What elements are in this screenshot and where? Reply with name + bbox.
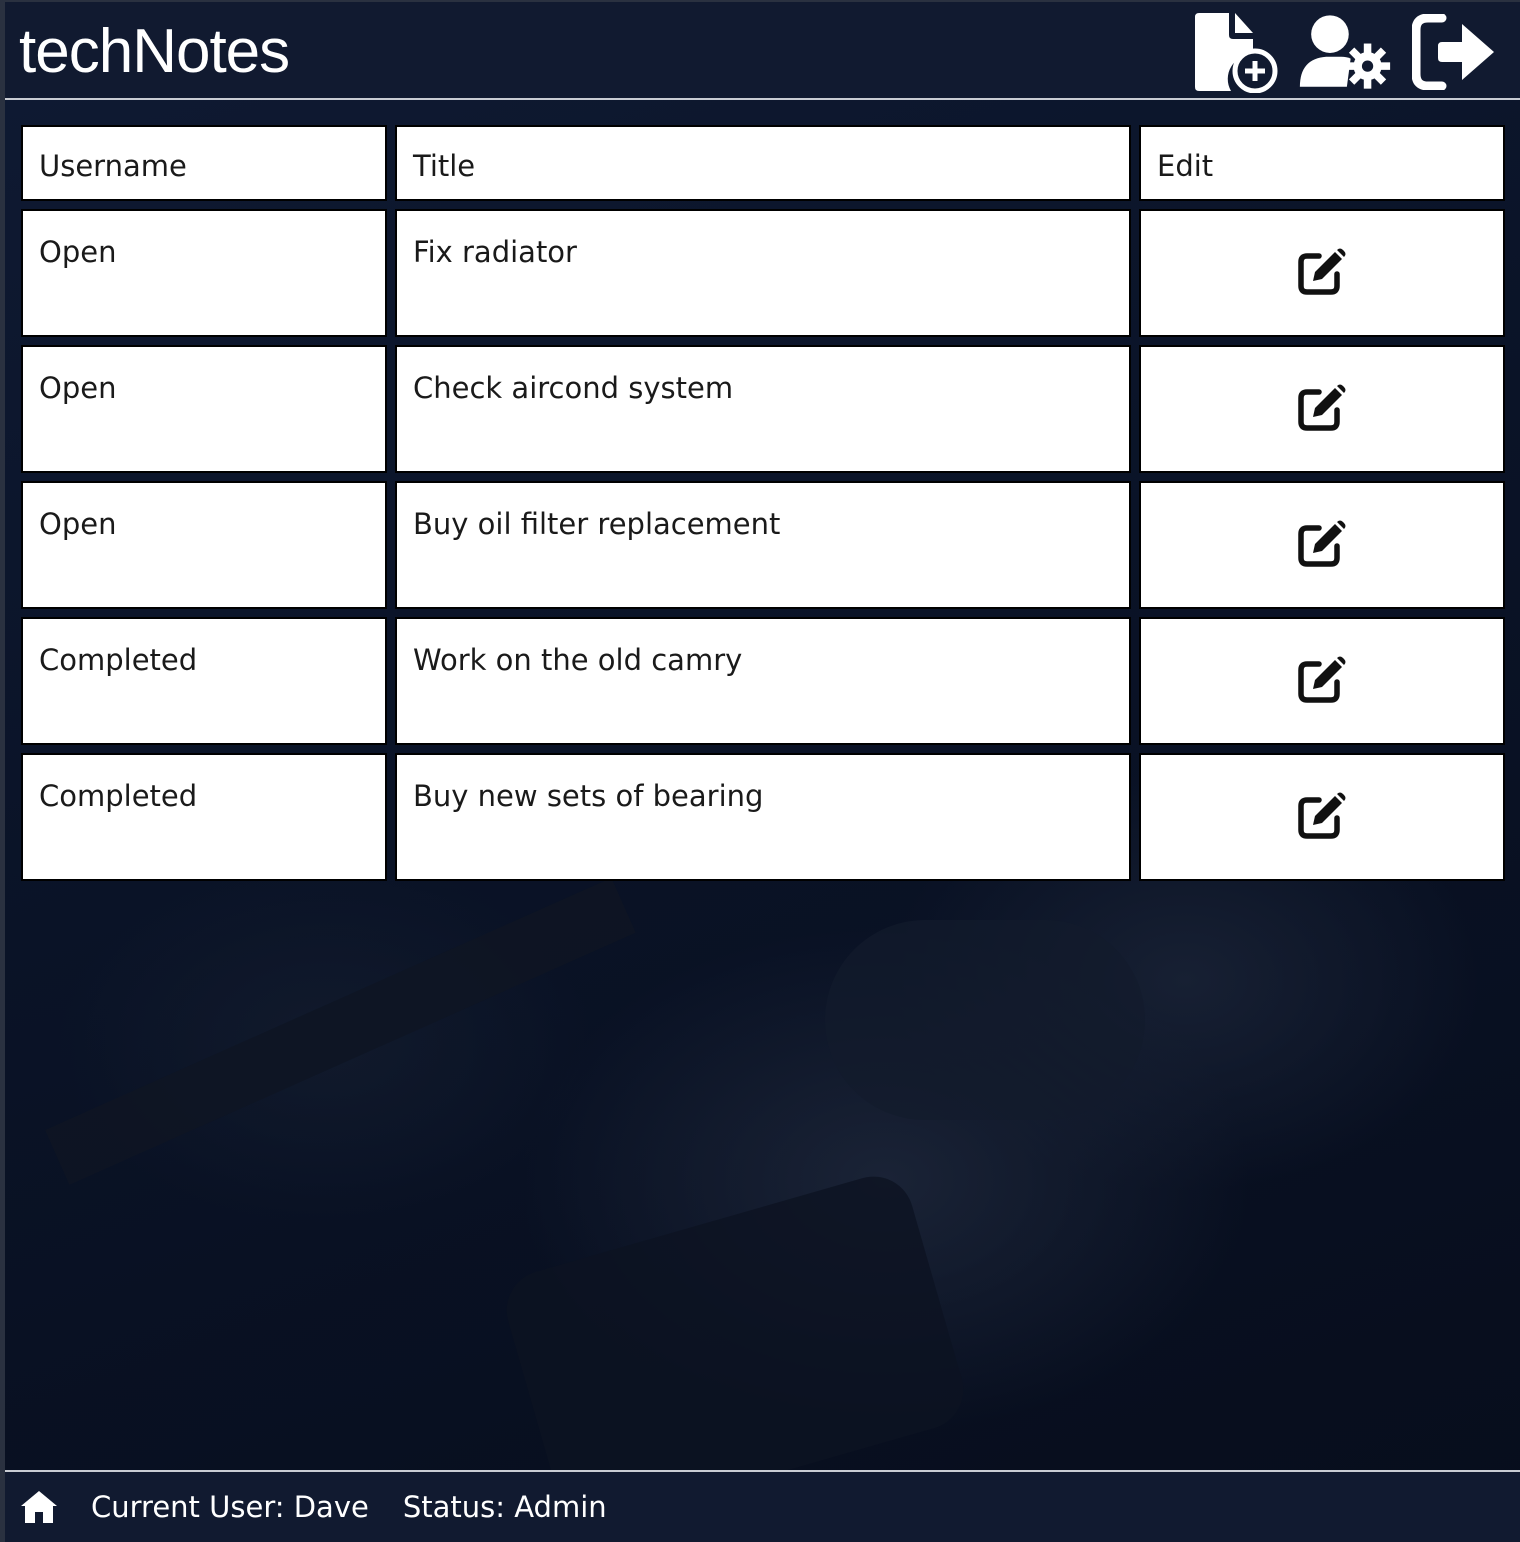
edit-note-button[interactable] [1294,651,1350,707]
app-footer: Current User: Dave Status: Admin [5,1470,1520,1542]
table-row: Open Fix radiator [21,209,1505,337]
logout-icon [1412,14,1494,90]
note-title: Buy new sets of bearing [395,753,1131,881]
note-status: Open [21,345,387,473]
note-status: Completed [21,617,387,745]
notes-list: Username Title Edit Open Fix radiator Op… [18,122,1510,889]
edit-cell [1139,617,1505,745]
edit-icon [1298,656,1346,703]
header-actions [1188,10,1502,94]
new-note-icon [1195,13,1278,93]
edit-note-button[interactable] [1294,243,1350,299]
background-shape [825,920,1145,1120]
column-header-title: Title [395,125,1131,201]
note-title: Work on the old camry [395,617,1131,745]
edit-icon [1298,384,1346,431]
table-header-row: Username Title Edit [21,125,1505,201]
column-header-username: Username [21,125,387,201]
notes-table: Username Title Edit Open Fix radiator Op… [13,117,1513,889]
note-title: Check aircond system [395,345,1131,473]
app-header: techNotes [5,0,1520,100]
note-status: Open [21,209,387,337]
edit-note-button[interactable] [1294,515,1350,571]
note-title: Buy oil filter replacement [395,481,1131,609]
edit-cell [1139,753,1505,881]
table-row: Completed Buy new sets of bearing [21,753,1505,881]
note-title: Fix radiator [395,209,1131,337]
new-note-button[interactable] [1188,10,1282,94]
home-icon [21,1491,57,1523]
home-button[interactable] [19,1487,59,1527]
user-settings-button[interactable] [1298,10,1392,94]
table-row: Open Check aircond system [21,345,1505,473]
table-row: Completed Work on the old camry [21,617,1505,745]
edit-icon [1298,792,1346,839]
edit-cell [1139,209,1505,337]
edit-icon [1298,520,1346,567]
note-status: Completed [21,753,387,881]
edit-note-button[interactable] [1294,379,1350,435]
edit-note-button[interactable] [1294,787,1350,843]
column-header-edit: Edit [1139,125,1505,201]
user-settings-icon [1299,15,1391,89]
edit-icon [1298,248,1346,295]
current-user-label: Current User: Dave [91,1490,369,1524]
edit-cell [1139,345,1505,473]
logout-button[interactable] [1408,10,1502,94]
app-title[interactable]: techNotes [19,16,290,87]
edit-cell [1139,481,1505,609]
table-row: Open Buy oil filter replacement [21,481,1505,609]
note-status: Open [21,481,387,609]
user-status-label: Status: Admin [402,1490,607,1524]
background-shape [45,877,636,1185]
